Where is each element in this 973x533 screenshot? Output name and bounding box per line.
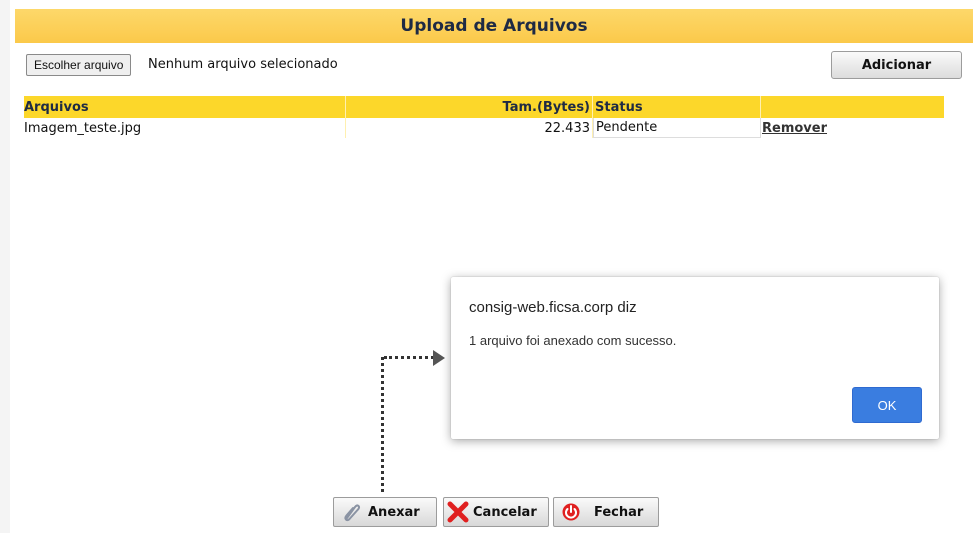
header-files: Arquivos <box>24 96 346 118</box>
alert-message: 1 arquivo foi anexado com sucesso. <box>469 333 677 348</box>
remove-link[interactable]: Remover <box>762 121 827 136</box>
attach-button[interactable]: Anexar <box>333 497 437 527</box>
close-button[interactable]: Fechar <box>553 497 659 527</box>
alert-title: consig-web.ficsa.corp diz <box>469 299 637 316</box>
cell-file-name: Imagem_teste.jpg <box>24 118 346 138</box>
cancel-label: Cancelar <box>473 504 537 520</box>
header-size: Tam.(Bytes) <box>346 96 593 118</box>
alert-dialog: consig-web.ficsa.corp diz 1 arquivo foi … <box>451 277 939 439</box>
upload-window <box>10 0 973 533</box>
files-table: Arquivos Tam.(Bytes) Status Imagem_teste… <box>24 96 944 138</box>
annotation-line-horizontal <box>384 356 434 359</box>
file-status-text: Nenhum arquivo selecionado <box>148 57 338 72</box>
cancel-x-icon <box>447 501 469 523</box>
window-title-bar: Upload de Arquivos <box>15 9 973 43</box>
header-status: Status <box>593 96 761 118</box>
power-icon <box>560 501 582 523</box>
header-action <box>761 96 944 118</box>
paperclip-icon <box>340 501 362 523</box>
alert-ok-button[interactable]: OK <box>852 387 922 423</box>
close-label: Fechar <box>594 504 644 520</box>
cell-action: Remover <box>761 118 944 138</box>
cancel-button[interactable]: Cancelar <box>443 497 549 527</box>
add-button[interactable]: Adicionar <box>831 51 962 79</box>
table-header: Arquivos Tam.(Bytes) Status <box>24 96 944 118</box>
page-edge <box>0 0 10 533</box>
cell-file-status: Pendente <box>593 118 761 138</box>
cell-file-size: 22.433 <box>346 118 593 138</box>
window-title: Upload de Arquivos <box>400 16 588 36</box>
attach-label: Anexar <box>368 504 420 520</box>
annotation-line-vertical <box>381 357 384 492</box>
arrow-right-icon <box>433 350 445 366</box>
table-row: Imagem_teste.jpg 22.433 Pendente Remover <box>24 118 944 138</box>
choose-file-button[interactable]: Escolher arquivo <box>26 54 132 76</box>
